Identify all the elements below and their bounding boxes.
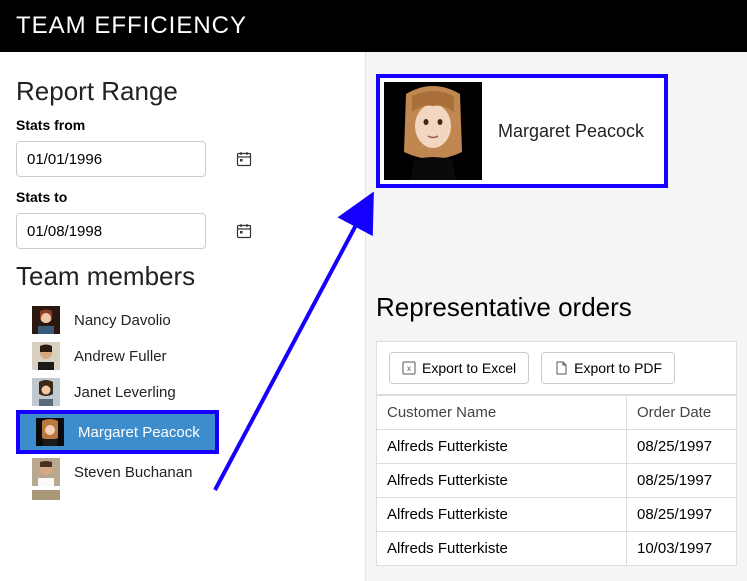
orders-section: Representative orders x Export to Excel … [376, 292, 737, 566]
table-row[interactable]: Alfreds Futterkiste08/25/1997 [377, 430, 737, 464]
stats-from-label: Stats from [16, 117, 349, 133]
export-excel-button[interactable]: x Export to Excel [389, 352, 529, 384]
column-order-date[interactable]: Order Date [627, 396, 737, 430]
calendar-icon [236, 151, 252, 167]
stats-from-input[interactable] [17, 151, 236, 168]
stats-to-label: Stats to [16, 189, 349, 205]
avatar [36, 418, 64, 446]
team-item-label: Steven Buchanan [74, 464, 192, 481]
avatar [32, 458, 60, 486]
app-title: TEAM EFFICIENCY [16, 12, 731, 40]
team-item-andrew-fuller[interactable]: Andrew Fuller [16, 338, 349, 374]
stats-to-calendar-button[interactable] [236, 214, 252, 248]
stats-from-input-wrap [16, 141, 206, 177]
cell-date: 08/25/1997 [627, 430, 737, 464]
stats-from-calendar-button[interactable] [236, 142, 252, 176]
team-item-label: Janet Leverling [74, 384, 176, 401]
avatar [32, 342, 60, 370]
team-members-heading: Team members [16, 261, 349, 292]
export-toolbar: x Export to Excel Export to PDF [376, 341, 737, 395]
team-item-janet-leverling[interactable]: Janet Leverling [16, 374, 349, 410]
cell-date: 08/25/1997 [627, 464, 737, 498]
cell-date: 08/25/1997 [627, 498, 737, 532]
team-item-margaret-peacock[interactable]: Margaret Peacock [20, 414, 215, 450]
team-item-label: Margaret Peacock [78, 424, 200, 441]
avatar [32, 306, 60, 334]
team-item-label: Nancy Davolio [74, 312, 171, 329]
main-panel: Margaret Peacock Representative orders x… [365, 52, 747, 581]
pdf-icon [554, 361, 568, 375]
table-row[interactable]: Alfreds Futterkiste08/25/1997 [377, 464, 737, 498]
profile-photo [384, 82, 482, 180]
avatar [32, 490, 60, 500]
report-range-heading: Report Range [16, 76, 349, 107]
cell-customer: Alfreds Futterkiste [377, 464, 627, 498]
export-pdf-button[interactable]: Export to PDF [541, 352, 675, 384]
table-row[interactable]: Alfreds Futterkiste10/03/1997 [377, 532, 737, 566]
team-item-nancy-davolio[interactable]: Nancy Davolio [16, 302, 349, 338]
orders-heading: Representative orders [376, 292, 737, 323]
export-excel-label: Export to Excel [422, 360, 516, 376]
profile-name: Margaret Peacock [482, 121, 660, 142]
avatar [32, 378, 60, 406]
profile-card: Margaret Peacock [376, 74, 668, 188]
cell-date: 10/03/1997 [627, 532, 737, 566]
cell-customer: Alfreds Futterkiste [377, 498, 627, 532]
orders-table: Customer Name Order Date Alfreds Futterk… [376, 395, 737, 566]
cell-customer: Alfreds Futterkiste [377, 532, 627, 566]
svg-text:x: x [407, 364, 411, 373]
stats-to-input-wrap [16, 213, 206, 249]
selected-highlight-box: Margaret Peacock [16, 410, 219, 454]
export-pdf-label: Export to PDF [574, 360, 662, 376]
app-header: TEAM EFFICIENCY [0, 0, 747, 52]
content-area: Report Range Stats from Stats to Team me… [0, 52, 747, 581]
team-item-label: Andrew Fuller [74, 348, 167, 365]
sidebar: Report Range Stats from Stats to Team me… [0, 52, 365, 581]
team-list: Nancy Davolio Andrew Fuller Janet Leverl… [16, 302, 349, 500]
team-item-steven-buchanan[interactable]: Steven Buchanan [16, 454, 349, 490]
stats-to-input[interactable] [17, 223, 236, 240]
calendar-icon [236, 223, 252, 239]
team-item-more[interactable] [16, 490, 349, 500]
cell-customer: Alfreds Futterkiste [377, 430, 627, 464]
excel-icon: x [402, 361, 416, 375]
column-customer-name[interactable]: Customer Name [377, 396, 627, 430]
table-row[interactable]: Alfreds Futterkiste08/25/1997 [377, 498, 737, 532]
